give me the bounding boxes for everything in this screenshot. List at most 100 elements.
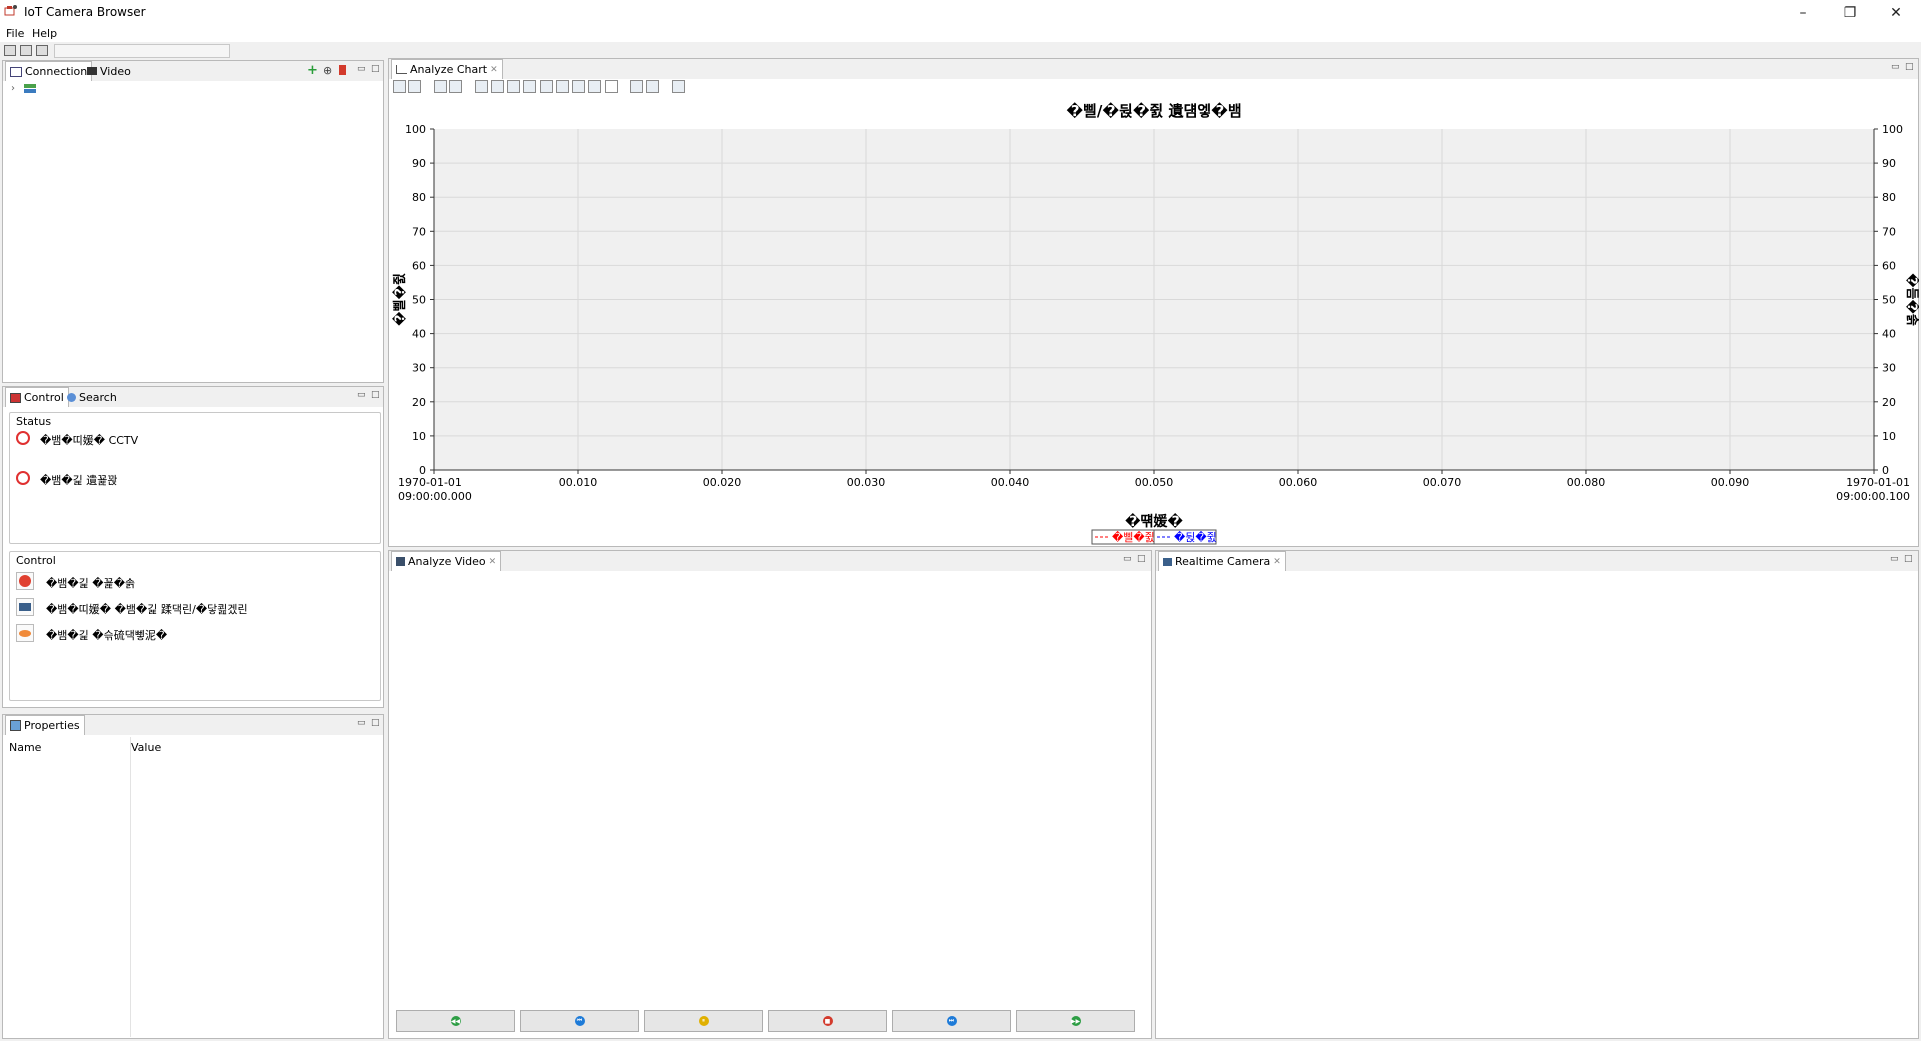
minimize-view-icon[interactable]: ▭ — [357, 390, 366, 400]
fast-forward-icon: ▶▶ — [1070, 1016, 1081, 1026]
navigator-tabstrip: Connection Video + ⊕ ▭ □ — [3, 61, 383, 81]
status-indicator-icon — [16, 431, 30, 445]
y-tick-label-right: 90 — [1882, 157, 1896, 170]
camera-view-button[interactable] — [16, 598, 34, 616]
minimize-button[interactable]: – — [1780, 0, 1826, 26]
y-tick-label-right: 70 — [1882, 225, 1896, 238]
undo-icon[interactable] — [630, 80, 643, 93]
record-button[interactable] — [16, 572, 34, 590]
delete-icon[interactable] — [339, 65, 346, 75]
prev-button[interactable]: ⏮ — [520, 1010, 639, 1032]
minimize-view-icon[interactable]: ▭ — [1890, 554, 1899, 564]
tab-connection[interactable]: Connection — [5, 61, 93, 81]
y-axis-label-right: �듬�솕 — [1904, 273, 1919, 326]
rewind-button[interactable]: ◀◀ — [396, 1010, 515, 1032]
control-panel: Control Search ▭ □ Status �뱀�띠媛� CCTV �뱀… — [2, 386, 384, 708]
connect-icon[interactable] — [4, 45, 16, 56]
server-icon[interactable] — [23, 83, 37, 95]
close-icon: ✕ — [1890, 5, 1902, 21]
camera-icon — [19, 603, 31, 611]
zoom-in-icon[interactable] — [556, 80, 569, 93]
app-icon — [4, 4, 18, 18]
video-icon — [396, 557, 405, 566]
pointer-icon[interactable] — [605, 80, 618, 93]
save-icon[interactable] — [20, 45, 32, 56]
toolbar-field[interactable] — [54, 44, 230, 58]
expand-y-icon[interactable] — [540, 80, 553, 93]
tab-analyze-video[interactable]: Analyze Video ✕ — [391, 551, 502, 571]
tab-video[interactable]: Video — [83, 61, 135, 81]
status-item-analysis: �뱀�긽 遺꾩꽍 — [40, 474, 118, 487]
expand-x-icon[interactable] — [523, 80, 536, 93]
y-ticks-left: 0102030405060708090100 — [405, 123, 434, 477]
pause-icon: ⏸ — [698, 1016, 709, 1026]
status-indicator-icon — [16, 471, 30, 485]
chart-title: �삘/�뒩�쥜 遺덈엫�뱀 — [1066, 101, 1241, 120]
snapshot-icon[interactable] — [672, 80, 685, 93]
x-tick-label: 00.030 — [847, 476, 886, 489]
reset-icon[interactable] — [393, 80, 406, 93]
y-tick-label-right: 100 — [1882, 123, 1903, 136]
save-all-icon[interactable] — [36, 45, 48, 56]
menu-file[interactable]: File — [6, 27, 24, 40]
status-group: Status �뱀�띠媛� CCTV �뱀�긽 遺꾩꽍 — [9, 412, 381, 544]
connection-icon — [10, 66, 22, 77]
maximize-view-icon[interactable]: □ — [371, 390, 380, 400]
chart-icon — [396, 65, 407, 74]
legend-label: �삘�쥜 — [1112, 530, 1155, 544]
maximize-view-icon[interactable]: □ — [371, 64, 380, 74]
x-tick-label: 1970-01-01 — [1846, 476, 1910, 489]
status-item-cctv: �뱀�띠媛� CCTV — [40, 434, 139, 447]
x-tick-label: 00.040 — [991, 476, 1030, 489]
close-button[interactable]: ✕ — [1873, 0, 1919, 26]
window-title: IoT Camera Browser — [24, 5, 146, 19]
fast-forward-button[interactable]: ▶▶ — [1016, 1010, 1135, 1032]
face-detect-button[interactable] — [16, 624, 34, 642]
restore-button[interactable]: ❐ — [1827, 0, 1873, 26]
close-tab-icon[interactable]: ✕ — [1273, 557, 1281, 567]
y-tick-label: 20 — [412, 396, 426, 409]
x-tick-label: 00.060 — [1279, 476, 1318, 489]
pause-button[interactable]: ⏸ — [644, 1010, 763, 1032]
zoom-in-y-icon[interactable] — [449, 80, 462, 93]
fit-y-icon[interactable] — [507, 80, 520, 93]
title-bar: IoT Camera Browser – ❐ ✕ — [0, 0, 1921, 26]
close-tab-icon[interactable]: ✕ — [490, 65, 498, 75]
maximize-view-icon[interactable]: □ — [1905, 62, 1914, 72]
maximize-view-icon[interactable]: □ — [371, 718, 380, 728]
y-ticks-right: 0102030405060708090100 — [1874, 123, 1903, 477]
zoom-in-x-icon[interactable] — [434, 80, 447, 93]
tab-properties[interactable]: Properties — [5, 715, 85, 735]
maximize-view-icon[interactable]: □ — [1904, 554, 1913, 564]
pen-icon[interactable] — [408, 80, 421, 93]
y-tick-label: 80 — [412, 191, 426, 204]
y-tick-label-right: 80 — [1882, 191, 1896, 204]
menu-help[interactable]: Help — [32, 27, 57, 40]
minimize-view-icon[interactable]: ▭ — [357, 718, 366, 728]
close-tab-icon[interactable]: ✕ — [489, 557, 497, 567]
camera-tabstrip: Realtime Camera ✕ ▭ □ — [1156, 551, 1918, 571]
menu-bar: File Help — [0, 26, 1921, 42]
maximize-view-icon[interactable]: □ — [1137, 554, 1146, 564]
minimize-view-icon[interactable]: ▭ — [357, 64, 366, 74]
tab-analyze-chart[interactable]: Analyze Chart ✕ — [391, 59, 503, 79]
tab-control[interactable]: Control — [5, 387, 69, 407]
minimize-view-icon[interactable]: ▭ — [1891, 62, 1900, 72]
tab-realtime-camera[interactable]: Realtime Camera ✕ — [1158, 551, 1286, 571]
minimize-view-icon[interactable]: ▭ — [1123, 554, 1132, 564]
x-tick-label: 00.080 — [1567, 476, 1606, 489]
globe-icon[interactable]: ⊕ — [323, 64, 332, 77]
zoom-out-icon[interactable] — [572, 80, 585, 93]
y-tick-label: 60 — [412, 259, 426, 272]
y-tick-label: 30 — [412, 362, 426, 375]
next-button[interactable]: ⏭ — [892, 1010, 1011, 1032]
stop-button[interactable]: ■ — [768, 1010, 887, 1032]
fit-icon[interactable] — [475, 80, 488, 93]
fit-x-icon[interactable] — [491, 80, 504, 93]
tree-expand-icon[interactable]: › — [11, 83, 15, 94]
redo-icon[interactable] — [646, 80, 659, 93]
properties-panel: Properties ▭ □ Name Value — [2, 714, 384, 1039]
tab-search[interactable]: Search — [63, 387, 121, 407]
pan-icon[interactable] — [588, 80, 601, 93]
add-icon[interactable]: + — [307, 63, 318, 78]
